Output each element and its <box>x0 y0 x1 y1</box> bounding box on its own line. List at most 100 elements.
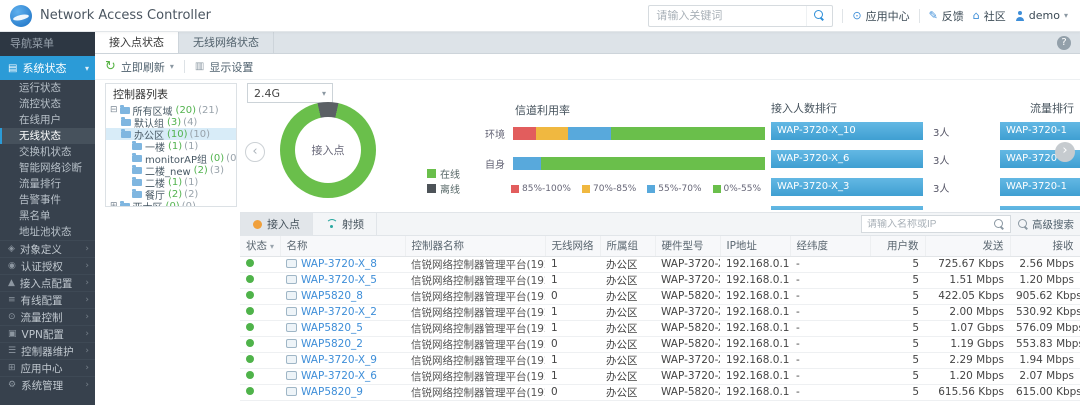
collapse-icon[interactable]: ⊟ <box>110 105 118 115</box>
rank-bar[interactable]: WAP-3720-1 <box>1000 206 1080 210</box>
users-cell[interactable]: 5 <box>870 336 925 352</box>
tab-access-points[interactable]: 接入点 <box>241 213 313 236</box>
user-menu[interactable]: demo▾ <box>1015 9 1068 22</box>
rx-cell[interactable]: 2.56 Mbps <box>1010 256 1080 272</box>
tx-cell[interactable]: 422.05 Kbps <box>925 288 1010 304</box>
sidebar-subitem[interactable]: 地址池状态 <box>0 224 95 240</box>
column-header[interactable]: 无线网络 <box>545 236 600 256</box>
sidebar-subitem[interactable]: 交换机状态 <box>0 144 95 160</box>
network-cell[interactable]: 0 <box>545 288 600 304</box>
rank-bar[interactable]: WAP-3720-X_6 <box>771 150 923 168</box>
users-cell[interactable]: 5 <box>870 368 925 384</box>
rx-cell[interactable]: 2.07 Mbps <box>1010 368 1080 384</box>
expand-icon[interactable]: ⊞ <box>110 201 118 207</box>
carousel-next-button[interactable]: › <box>1055 142 1075 162</box>
tree-node[interactable]: 办公区(10)(10) <box>106 128 236 140</box>
rx-cell[interactable]: 553.83 Mbps <box>1010 336 1080 352</box>
column-header[interactable]: 经纬度 <box>790 236 870 256</box>
table-search-input[interactable] <box>867 219 994 230</box>
users-cell[interactable]: 5 <box>870 320 925 336</box>
band-select[interactable]: 2.4G ▾ <box>247 83 333 103</box>
display-settings-button[interactable]: 显示设置 <box>209 59 253 75</box>
sidebar-group-item[interactable]: ⚙系统管理› <box>0 376 95 393</box>
carousel-prev-button[interactable]: ‹ <box>245 142 265 162</box>
tab-wireless-network-status[interactable]: 无线网络状态 <box>179 32 274 53</box>
tx-cell[interactable]: 2.29 Mbps <box>925 352 1010 368</box>
ap-name-link[interactable]: WAP-3720-X_5 <box>301 274 377 286</box>
rx-cell[interactable]: 905.62 Kbps <box>1010 288 1080 304</box>
tx-cell[interactable]: 615.56 Kbps <box>925 384 1010 400</box>
tree-node[interactable]: 二楼_new(2)(3) <box>106 164 236 176</box>
rx-cell[interactable]: 576.09 Mbps <box>1010 320 1080 336</box>
advanced-search-link[interactable]: 高级搜索 <box>1018 217 1074 232</box>
sidebar-group-item[interactable]: ⊙流量控制› <box>0 308 95 325</box>
community-link[interactable]: ⌂社区 <box>973 8 1006 24</box>
sidebar-group-item[interactable]: ▲接入点配置› <box>0 274 95 291</box>
tree-node[interactable]: ⊞亚太区(0)(0) <box>106 200 236 207</box>
sidebar-subitem[interactable]: 无线状态 <box>0 128 95 144</box>
ap-name-link[interactable]: WAP-3720-X_9 <box>301 354 377 366</box>
sidebar-subitem[interactable]: 流控状态 <box>0 96 95 112</box>
refresh-dropdown-icon[interactable]: ▾ <box>170 62 174 71</box>
rx-cell[interactable]: 530.92 Kbps <box>1010 304 1080 320</box>
search-button[interactable] <box>806 6 832 26</box>
tx-cell[interactable]: 1.20 Mbps <box>925 368 1010 384</box>
sidebar-group-item[interactable]: ☰控制器维护› <box>0 342 95 359</box>
column-header[interactable]: 接收 <box>1010 236 1080 256</box>
column-header[interactable]: IP地址 <box>720 236 790 256</box>
tree-node[interactable]: 餐厅(2)(2) <box>106 188 236 200</box>
sidebar-group-item[interactable]: ⊞应用中心› <box>0 359 95 376</box>
ap-name-link[interactable]: WAP5820_8 <box>301 290 363 302</box>
table-search-icon[interactable] <box>994 219 1005 230</box>
sidebar-group-item[interactable]: ≡有线配置› <box>0 291 95 308</box>
rx-cell[interactable]: 1.94 Mbps <box>1010 352 1080 368</box>
network-cell[interactable]: 1 <box>545 304 600 320</box>
rank-bar[interactable]: WAP-3720-X_10 <box>771 122 923 140</box>
column-header[interactable]: 所属组 <box>600 236 655 256</box>
users-cell[interactable]: 5 <box>870 256 925 272</box>
sidebar-group-item[interactable]: ◈对象定义› <box>0 240 95 257</box>
rx-cell[interactable]: 615.00 Kbps <box>1010 384 1080 400</box>
tree-node[interactable]: 二楼(1)(1) <box>106 176 236 188</box>
ap-name-link[interactable]: WAP5820_2 <box>301 338 363 350</box>
column-header[interactable]: 名称 <box>280 236 405 256</box>
column-header[interactable]: 控制器名称 <box>405 236 545 256</box>
filter-icon[interactable]: ▾ <box>270 242 274 251</box>
network-cell[interactable]: 1 <box>545 320 600 336</box>
ap-name-link[interactable]: WAP-3720-X_2 <box>301 306 377 318</box>
sidebar-subitem[interactable]: 在线用户 <box>0 112 95 128</box>
ap-name-link[interactable]: WAP5820_5 <box>301 322 363 334</box>
sidebar-subitem[interactable]: 智能网络诊断 <box>0 160 95 176</box>
tx-cell[interactable]: 1.07 Gbps <box>925 320 1010 336</box>
rx-cell[interactable]: 1.20 Mbps <box>1010 272 1080 288</box>
tree-node[interactable]: 默认组(3)(4) <box>106 116 236 128</box>
feedback-link[interactable]: ✎反馈 <box>929 8 964 24</box>
sidebar-group-item[interactable]: ◉认证授权› <box>0 257 95 274</box>
network-cell[interactable]: 1 <box>545 272 600 288</box>
sidebar-subitem[interactable]: 运行状态 <box>0 80 95 96</box>
users-cell[interactable]: 5 <box>870 304 925 320</box>
users-cell[interactable]: 5 <box>870 288 925 304</box>
network-cell[interactable]: 1 <box>545 256 600 272</box>
help-icon[interactable]: ? <box>1057 36 1071 50</box>
tx-cell[interactable]: 1.19 Gbps <box>925 336 1010 352</box>
column-header[interactable]: 硬件型号 <box>655 236 720 256</box>
sidebar-subitem[interactable]: 黑名单 <box>0 208 95 224</box>
column-header[interactable]: 用户数 <box>870 236 925 256</box>
tree-node[interactable]: ⊟所有区域(20)(21) <box>106 104 236 116</box>
rank-bar[interactable]: WAP-3720-1 <box>1000 178 1080 196</box>
sidebar-subitem[interactable]: 告警事件 <box>0 192 95 208</box>
sidebar-group-system-status[interactable]: ▤ 系统状态 ▾ <box>0 56 95 80</box>
sidebar-subitem[interactable]: 流量排行 <box>0 176 95 192</box>
rank-bar[interactable]: WAP-3720-X_3 <box>771 178 923 196</box>
users-cell[interactable]: 5 <box>870 384 925 400</box>
sidebar-group-item[interactable]: ▣VPN配置› <box>0 325 95 342</box>
app-center-link[interactable]: ⊙应用中心 <box>852 8 909 24</box>
ap-name-link[interactable]: WAP5820_9 <box>301 386 363 398</box>
ap-name-link[interactable]: WAP-3720-X_6 <box>301 370 377 382</box>
tx-cell[interactable]: 1.51 Mbps <box>925 272 1010 288</box>
column-header[interactable]: 发送 <box>925 236 1010 256</box>
ap-name-link[interactable]: WAP-3720-X_8 <box>301 258 377 270</box>
rank-bar[interactable]: WAP-3720-X_8 <box>771 206 923 210</box>
users-cell[interactable]: 5 <box>870 352 925 368</box>
